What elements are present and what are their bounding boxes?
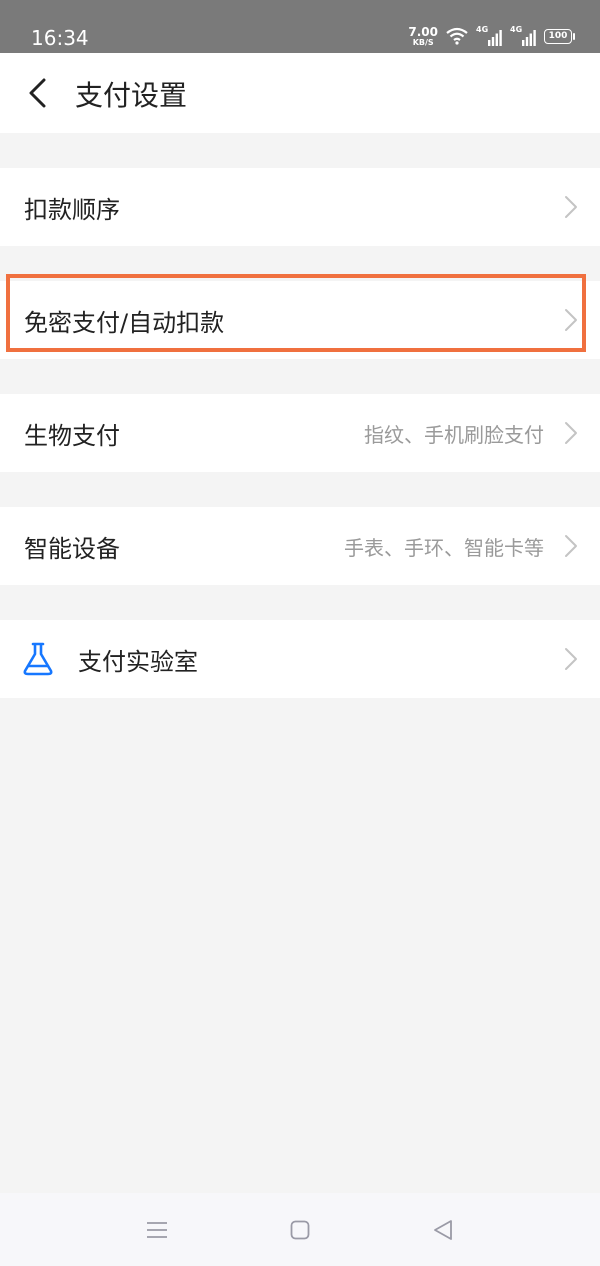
- status-icons: 7.00 KB/S 4G 4G 100: [408, 24, 575, 48]
- system-back-button[interactable]: [430, 1217, 456, 1243]
- setting-biometric-payment[interactable]: 生物支付 指纹、手机刷脸支付: [0, 394, 600, 472]
- chevron-right-icon: [565, 648, 577, 670]
- chevron-right-icon: [565, 422, 577, 444]
- battery-icon: 100: [544, 28, 575, 44]
- chevron-right-icon: [565, 309, 577, 331]
- setting-label: 免密支付/自动扣款: [24, 308, 225, 337]
- menu-icon: [147, 1222, 167, 1238]
- signal-bars-icon: [488, 30, 502, 46]
- flask-icon: [23, 642, 53, 676]
- setting-password-free-payment[interactable]: 免密支付/自动扣款: [0, 281, 600, 359]
- home-button[interactable]: [287, 1217, 313, 1243]
- back-triangle-icon: [434, 1220, 452, 1240]
- setting-label: 生物支付: [24, 421, 120, 450]
- setting-label: 扣款顺序: [24, 195, 120, 224]
- signal-sim1-label: 4G: [476, 25, 489, 34]
- menu-button[interactable]: [144, 1217, 170, 1243]
- signal-bars-icon: [522, 30, 536, 46]
- signal-sim2-label: 4G: [510, 25, 523, 34]
- home-icon: [290, 1220, 310, 1240]
- setting-label: 智能设备: [24, 534, 120, 563]
- chevron-right-icon: [565, 196, 577, 218]
- wifi-icon: [446, 27, 468, 45]
- setting-deduction-order[interactable]: 扣款顺序: [0, 168, 600, 246]
- signal-sim2: 4G: [510, 25, 536, 47]
- setting-payment-lab[interactable]: 支付实验室: [0, 620, 600, 698]
- page-title: 支付设置: [75, 79, 188, 112]
- system-nav-bar: [0, 1193, 600, 1266]
- setting-detail: 指纹、手机刷脸支付: [364, 422, 544, 447]
- chevron-left-icon: [29, 78, 46, 108]
- network-speed: 7.00 KB/S: [408, 26, 438, 47]
- network-speed-value: 7.00: [408, 24, 438, 39]
- page-header: 支付设置: [0, 53, 600, 133]
- network-speed-unit: KB/S: [412, 37, 434, 47]
- signal-sim1: 4G: [476, 25, 502, 47]
- chevron-right-icon: [565, 535, 577, 557]
- status-time: 16:34: [31, 26, 89, 50]
- status-bar: 16:34 7.00 KB/S 4G 4G 100: [0, 0, 600, 53]
- setting-smart-devices[interactable]: 智能设备 手表、手环、智能卡等: [0, 507, 600, 585]
- setting-label: 支付实验室: [78, 647, 198, 676]
- setting-detail: 手表、手环、智能卡等: [344, 535, 544, 560]
- back-button[interactable]: [14, 69, 60, 117]
